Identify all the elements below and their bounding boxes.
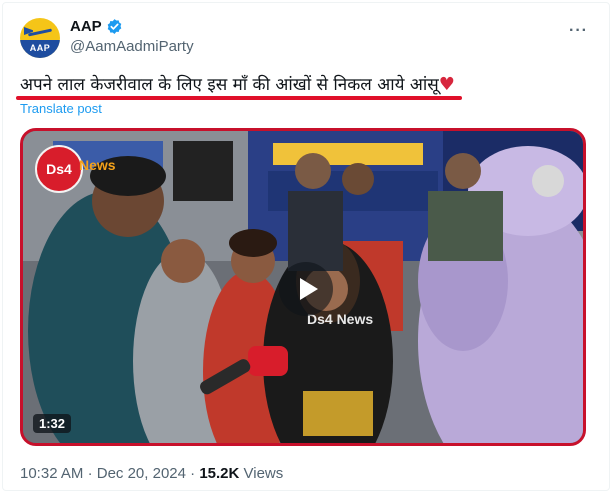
more-options-icon[interactable]: ··· xyxy=(569,22,588,40)
translate-post-link[interactable]: Translate post xyxy=(20,101,102,116)
avatar-text: AAP xyxy=(29,43,51,53)
video-duration: 1:32 xyxy=(33,414,72,433)
channel-logo-news: News xyxy=(79,157,116,173)
post-text: अपने लाल केजरीवाल के लिए इस माँ की आंखों… xyxy=(20,74,455,96)
post-text-body: अपने लाल केजरीवाल के लिए इस माँ की आंखों… xyxy=(20,75,439,95)
play-icon[interactable] xyxy=(279,262,333,316)
video-player[interactable]: Ds4 News Ds4 News 1:32 xyxy=(20,128,586,446)
display-name[interactable]: AAP xyxy=(70,18,102,35)
views-count[interactable]: 15.2K xyxy=(199,465,239,482)
name-row: AAP xyxy=(70,18,123,35)
annotation-underline xyxy=(16,96,462,100)
post-header: AAP AAP @AamAadmiParty ··· xyxy=(20,18,594,62)
verified-badge-icon xyxy=(107,19,121,34)
views-label: Views xyxy=(243,465,284,482)
handle[interactable]: @AamAadmiParty xyxy=(70,38,194,55)
meta-separator: · xyxy=(87,465,93,482)
post-meta: 10:32 AM · Dec 20, 2024 · 15.2K Views xyxy=(20,465,283,482)
heart-emoji: ♥ xyxy=(438,74,455,95)
post-time[interactable]: 10:32 AM xyxy=(20,465,83,482)
post-date[interactable]: Dec 20, 2024 xyxy=(97,465,186,482)
avatar[interactable]: AAP xyxy=(20,18,60,58)
meta-separator: · xyxy=(190,465,196,482)
channel-logo: Ds4 xyxy=(35,145,83,193)
